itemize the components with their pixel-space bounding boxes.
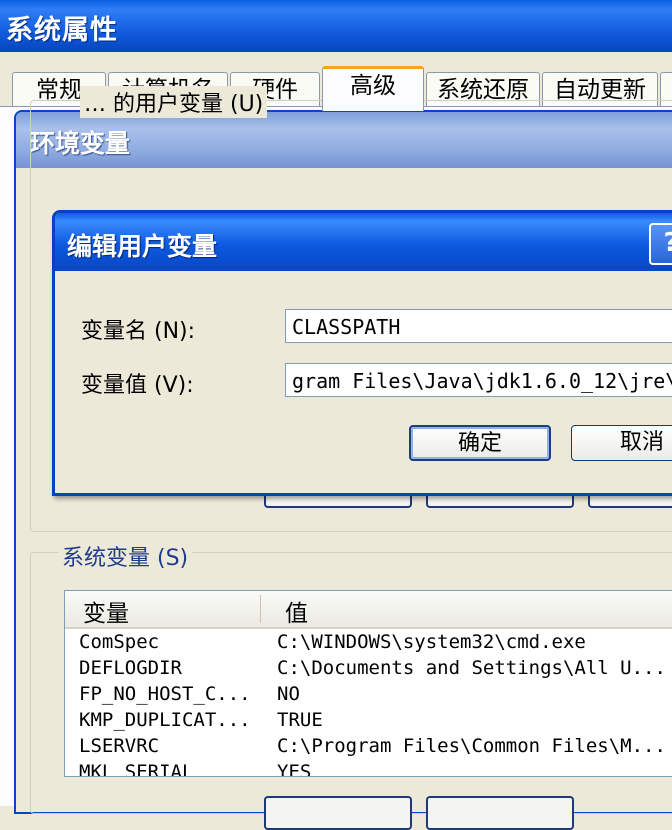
list-item[interactable]: KMP_DUPLICAT... TRUE [65,709,672,735]
system-variables-list[interactable]: 变量 值 ComSpec C:\WINDOWS\system32\cmd.exe… [64,590,672,777]
list-header: 变量 值 [65,591,672,629]
variable-value: YES [277,761,312,777]
variable-name-field[interactable]: CLASSPATH [285,309,672,343]
variable-name: LSERVRC [79,735,160,757]
list-item[interactable]: LSERVRC C:\Program Files\Common Files\M.… [65,735,672,761]
variable-name: ComSpec [79,631,160,653]
variable-name: FP_NO_HOST_C... [79,683,251,705]
variable-name: MKL_SERIAL [79,761,194,777]
column-header-variable[interactable]: 变量 [83,594,129,628]
variable-value: C:\Program Files\Common Files\M... [277,735,666,757]
variable-value: TRUE [277,709,323,731]
system-new-button[interactable] [264,796,412,830]
help-button[interactable]: ? [649,223,672,265]
tab-advanced[interactable]: 高级 [322,66,424,111]
variable-value: C:\Documents and Settings\All U... [277,657,666,679]
list-item[interactable]: FP_NO_HOST_C... NO [65,683,672,709]
system-variables-label: 系统变量 (S) [58,540,193,572]
question-mark-icon: ? [663,228,672,258]
edit-user-variable-dialog: 编辑用户变量 ? 变量名 (N): CLASSPATH 变量值 (V): gra… [52,210,672,496]
column-separator[interactable] [260,595,261,623]
cancel-button[interactable]: 取消 [571,425,672,461]
user-variables-label: … 的用户变量 (U) [80,86,268,118]
variable-value: NO [277,683,300,705]
system-properties-title: 系统属性 [6,15,118,46]
variable-name: DEFLOGDIR [79,657,182,679]
variable-name-label: 变量名 (N): [81,319,196,344]
ok-button[interactable]: 确定 [409,425,551,461]
variable-value-label: 变量值 (V): [81,373,194,398]
column-header-value[interactable]: 值 [285,594,308,628]
edit-dialog-titlebar[interactable]: 编辑用户变量 ? [55,213,672,271]
edit-dialog-title: 编辑用户变量 [67,232,218,261]
system-properties-titlebar[interactable]: 系统属性 [0,0,672,52]
variable-value: C:\WINDOWS\system32\cmd.exe [277,631,586,653]
list-item[interactable]: MKL_SERIAL YES [65,761,672,777]
variable-name: KMP_DUPLICAT... [79,709,251,731]
system-edit-button[interactable] [426,796,574,830]
list-item[interactable]: DEFLOGDIR C:\Documents and Settings\All … [65,657,672,683]
list-item[interactable]: ComSpec C:\WINDOWS\system32\cmd.exe [65,631,672,657]
variable-value-field[interactable]: gram Files\Java\jdk1.6.0_12\jre\ [285,363,672,397]
